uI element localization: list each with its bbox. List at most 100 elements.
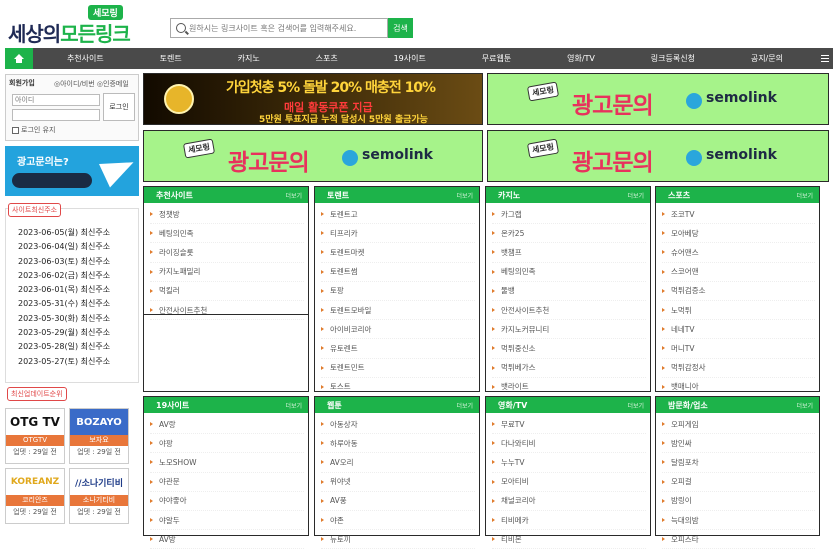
- list-item[interactable]: AV방: [150, 530, 304, 549]
- nav-item-movie-tv[interactable]: 영화/TV: [567, 53, 595, 64]
- list-item[interactable]: 아동상자: [321, 415, 475, 435]
- list-item[interactable]: 티프리카: [321, 224, 475, 244]
- list-item[interactable]: 달림포차: [662, 453, 815, 473]
- list-item[interactable]: 오피스타: [662, 530, 815, 549]
- list-item[interactable]: 뱃라이트: [492, 378, 646, 397]
- list-item[interactable]: 정챗방: [150, 205, 304, 225]
- list-item[interactable]: 2023-05-29(월) 최신주소: [18, 327, 110, 341]
- list-item[interactable]: 늑대의밤: [662, 511, 815, 531]
- list-item[interactable]: 토렌트썸: [321, 263, 475, 282]
- site-thumb-sonagi[interactable]: //소나기티비 소나기티비 업뎃 : 29일 전: [69, 468, 129, 524]
- list-item[interactable]: 2023-05-31(수) 최신주소: [18, 298, 110, 312]
- list-item[interactable]: 네네TV: [662, 320, 815, 340]
- more-link[interactable]: 더보기: [627, 401, 644, 410]
- list-item[interactable]: 하루아동: [321, 434, 475, 454]
- list-item[interactable]: 모아베당: [662, 224, 815, 244]
- list-item[interactable]: 오피게임: [662, 415, 815, 435]
- list-item[interactable]: 먹튀중신소: [492, 339, 646, 359]
- list-item[interactable]: 채널코리아: [492, 492, 646, 511]
- list-item[interactable]: 카지노커뮤니티: [492, 320, 646, 340]
- list-item[interactable]: 토렌트모바일: [321, 301, 475, 321]
- site-thumb-otgtv[interactable]: OTG TV OTGTV 업뎃 : 29일 전: [5, 408, 65, 464]
- list-item[interactable]: 2023-06-04(일) 최신주소: [18, 241, 110, 255]
- list-item[interactable]: 2023-06-05(월) 최신주소: [18, 227, 110, 241]
- list-item[interactable]: 토팡: [321, 282, 475, 301]
- list-item[interactable]: 슈어맨스: [662, 243, 815, 263]
- nav-item-link-register[interactable]: 링크등록신청: [651, 53, 695, 64]
- list-item[interactable]: 카그랩: [492, 205, 646, 225]
- id-input[interactable]: [12, 94, 100, 106]
- ad-banner[interactable]: 세모링 광고문의 semolink: [487, 73, 829, 125]
- site-thumb-koreanz[interactable]: KOREANZ 코리안즈 업뎃 : 29일 전: [5, 468, 65, 524]
- nav-item-webtoon[interactable]: 무료웹툰: [482, 53, 511, 64]
- list-item[interactable]: 야알두: [150, 511, 304, 531]
- list-item[interactable]: 노모SHOW: [150, 453, 304, 473]
- list-item[interactable]: 다나와티비: [492, 434, 646, 454]
- list-item[interactable]: 무료TV: [492, 415, 646, 435]
- more-link[interactable]: 더보기: [627, 191, 644, 200]
- nav-item-torrent[interactable]: 토렌트: [160, 53, 182, 64]
- more-link[interactable]: 더보기: [285, 401, 302, 410]
- nav-item-notice[interactable]: 공지/문의: [751, 53, 783, 64]
- list-item[interactable]: 야존: [321, 511, 475, 531]
- list-item[interactable]: 누누TV: [492, 453, 646, 473]
- list-item[interactable]: 티비몬: [492, 530, 646, 549]
- telegram-ad-banner[interactable]: 광고문의는?: [5, 146, 139, 196]
- list-item[interactable]: 2023-06-01(목) 최신주소: [18, 284, 110, 298]
- nav-item-sports[interactable]: 스포츠: [316, 53, 338, 64]
- more-link[interactable]: 더보기: [796, 191, 813, 200]
- keep-login-checkbox[interactable]: 로그인 유지: [12, 125, 55, 135]
- hamburger-menu-icon[interactable]: [817, 55, 833, 62]
- list-item[interactable]: 오피걸: [662, 473, 815, 492]
- list-item[interactable]: 토렌트민트: [321, 359, 475, 378]
- list-item[interactable]: 유토렌트: [321, 339, 475, 359]
- list-item[interactable]: 야팡: [150, 434, 304, 454]
- list-item[interactable]: 안전사이트추천: [492, 301, 646, 321]
- list-item[interactable]: 라이징슬롯: [150, 243, 304, 263]
- search-input[interactable]: [189, 21, 385, 35]
- list-item[interactable]: 토스트: [321, 378, 475, 397]
- list-item[interactable]: 토렌트마켓: [321, 243, 475, 263]
- more-link[interactable]: 더보기: [456, 401, 473, 410]
- list-item[interactable]: 2023-05-27(토) 최신주소: [18, 356, 110, 370]
- list-item[interactable]: 2023-05-28(일) 최신주소: [18, 341, 110, 355]
- site-thumb-bozayo[interactable]: BOZAYO 보자요 업뎃 : 29일 전: [69, 408, 129, 464]
- home-button[interactable]: [5, 48, 33, 69]
- list-item[interactable]: 뚤뱅: [492, 282, 646, 301]
- list-item[interactable]: 먹튀베가스: [492, 359, 646, 378]
- list-item[interactable]: 2023-06-03(토) 최신주소: [18, 256, 110, 270]
- nav-item-recommended[interactable]: 추천사이트: [67, 53, 104, 64]
- list-item[interactable]: 뱃챔프: [492, 243, 646, 263]
- list-item[interactable]: 뱃매니아: [662, 378, 815, 397]
- list-item[interactable]: 안전사이트추천: [150, 301, 304, 321]
- nav-item-casino[interactable]: 카지노: [238, 53, 260, 64]
- list-item[interactable]: 2023-05-30(화) 최신주소: [18, 313, 110, 327]
- more-link[interactable]: 더보기: [285, 191, 302, 200]
- list-item[interactable]: 모아티비: [492, 473, 646, 492]
- list-item[interactable]: 노먹튀: [662, 301, 815, 321]
- ad-banner[interactable]: 세모링 광고문의 semolink: [143, 130, 483, 182]
- find-account-links[interactable]: ◎아이디/비번 ◎인증메일: [54, 79, 129, 89]
- list-item[interactable]: 2023-06-02(금) 최신주소: [18, 270, 110, 284]
- list-item[interactable]: 밤링이: [662, 492, 815, 511]
- list-item[interactable]: 스코어맨: [662, 263, 815, 282]
- ad-banner[interactable]: 세모링 광고문의 semolink: [487, 130, 829, 182]
- password-input[interactable]: [12, 109, 100, 121]
- list-item[interactable]: 토렌트고: [321, 205, 475, 225]
- list-item[interactable]: 베팅의민족: [150, 224, 304, 244]
- list-item[interactable]: 조코TV: [662, 205, 815, 225]
- list-item[interactable]: 야야좋아: [150, 492, 304, 511]
- list-item[interactable]: AV랑: [150, 415, 304, 435]
- nav-item-adult[interactable]: 19사이트: [394, 53, 426, 64]
- list-item[interactable]: 머니TV: [662, 339, 815, 359]
- list-item[interactable]: 먹킬러: [150, 282, 304, 301]
- list-item[interactable]: 티비메카: [492, 511, 646, 531]
- list-item[interactable]: 아이비코리아: [321, 320, 475, 340]
- login-button[interactable]: 로그인: [103, 93, 135, 121]
- list-item[interactable]: 먹튀검증소: [662, 282, 815, 301]
- list-item[interactable]: 밤인싸: [662, 434, 815, 454]
- list-item[interactable]: AV오리: [321, 453, 475, 473]
- list-item[interactable]: 뉴토끼: [321, 530, 475, 549]
- list-item[interactable]: AV풍: [321, 492, 475, 511]
- more-link[interactable]: 더보기: [456, 191, 473, 200]
